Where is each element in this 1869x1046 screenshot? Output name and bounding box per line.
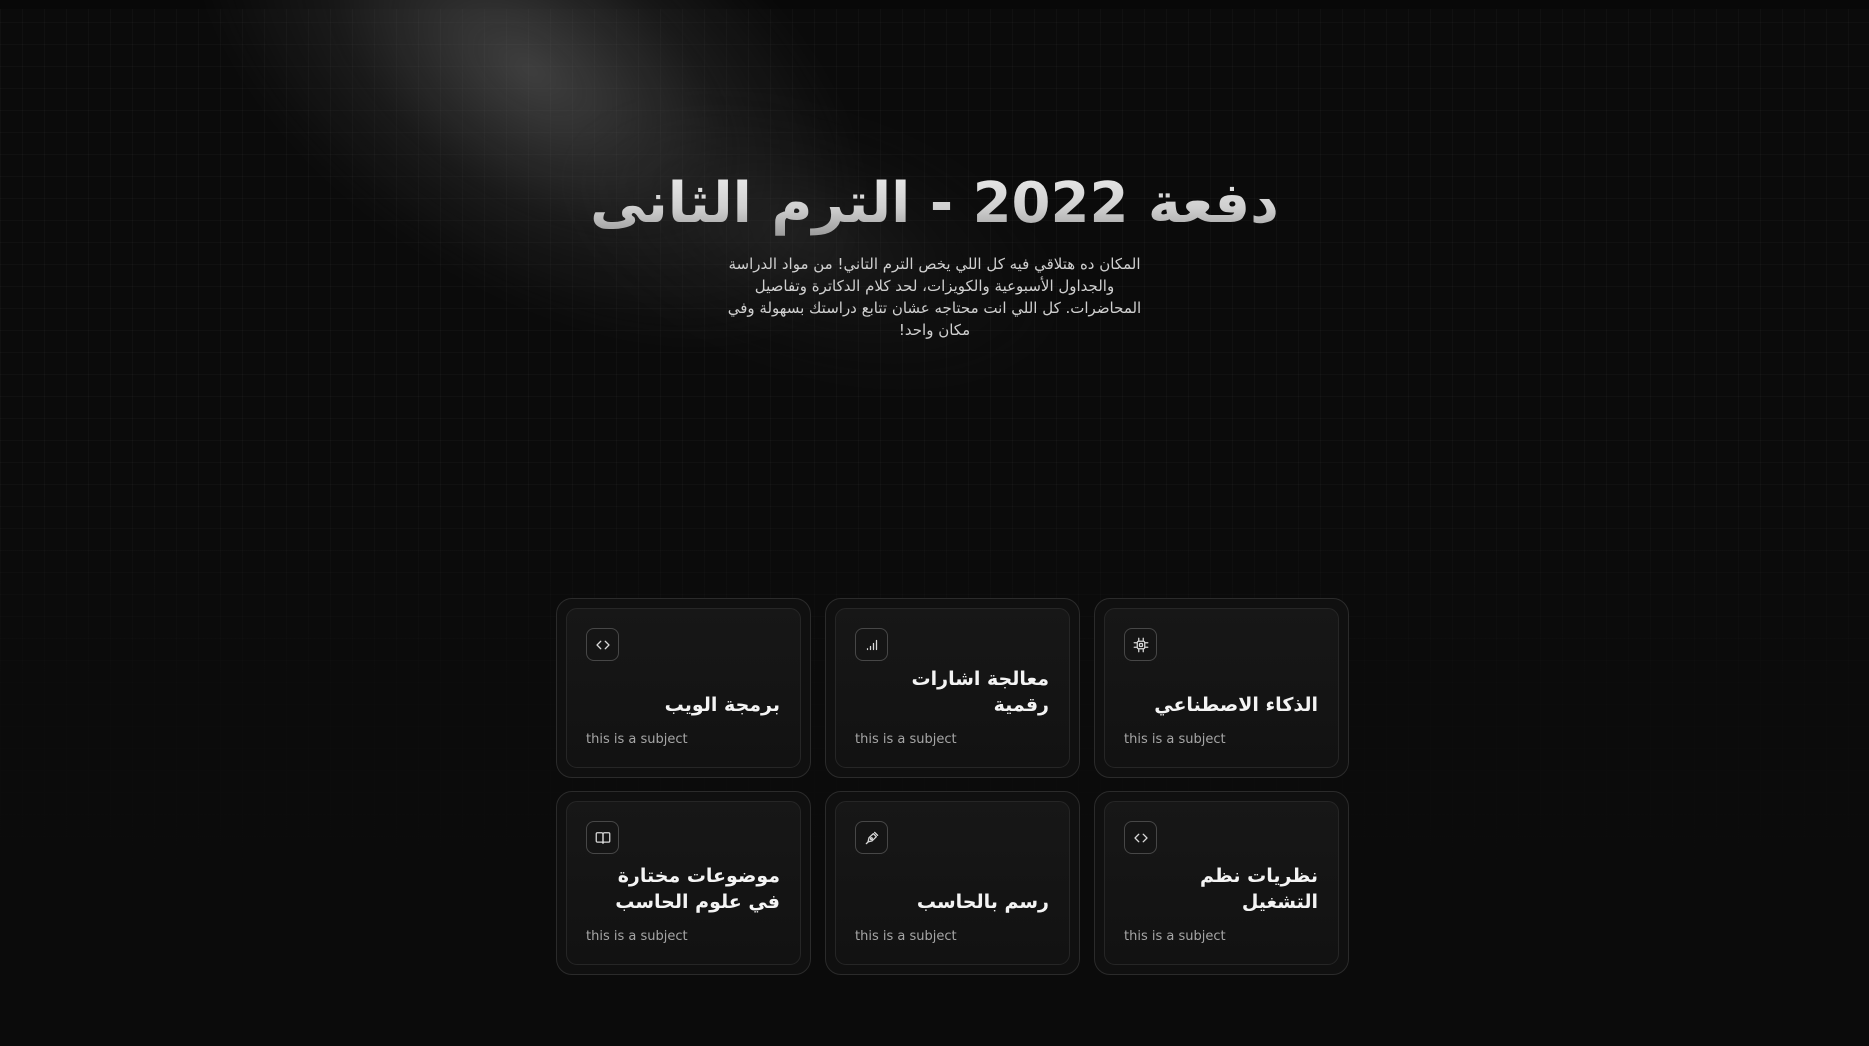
cpu-icon bbox=[1133, 637, 1148, 652]
book-open-icon bbox=[595, 831, 610, 844]
subject-description: this is a subject bbox=[1124, 929, 1226, 944]
subject-card-computer-graphics[interactable]: رسم بالحاسب this is a subject bbox=[825, 791, 1080, 975]
book-open-icon-box bbox=[586, 821, 619, 854]
subject-card-digital-signal-processing[interactable]: معالجة اشارات رقمية this is a subject bbox=[825, 598, 1080, 778]
code-icon-box bbox=[1124, 821, 1157, 854]
code-icon-box bbox=[586, 628, 619, 661]
subject-card-inner: موضوعات مختارة في علوم الحاسب this is a … bbox=[566, 801, 801, 965]
subject-title: نظريات نظم التشغيل bbox=[1200, 865, 1318, 913]
subject-title: موضوعات مختارة في علوم الحاسب bbox=[615, 865, 780, 913]
subject-title: رسم بالحاسب bbox=[916, 891, 1049, 913]
subject-title: الذكاء الاصطناعي bbox=[1154, 694, 1318, 716]
hero-section: دفعة 2022 - الترم الثانى المكان ده هتلاق… bbox=[0, 163, 1869, 341]
subject-card-artificial-intelligence[interactable]: الذكاء الاصطناعي this is a subject bbox=[1094, 598, 1349, 778]
hero-title: دفعة 2022 - الترم الثانى bbox=[0, 163, 1869, 245]
subject-card-operating-systems-theory[interactable]: نظريات نظم التشغيل this is a subject bbox=[1094, 791, 1349, 975]
code-icon bbox=[1133, 833, 1148, 842]
pen-tool-icon bbox=[865, 831, 878, 844]
page: دفعة 2022 - الترم الثانى المكان ده هتلاق… bbox=[0, 0, 1869, 1046]
cpu-icon-box bbox=[1124, 628, 1157, 661]
subject-description: this is a subject bbox=[855, 732, 957, 747]
subject-title: برمجة الويب bbox=[664, 694, 780, 716]
subject-description: this is a subject bbox=[586, 929, 688, 944]
subject-card-inner: معالجة اشارات رقمية this is a subject bbox=[835, 608, 1070, 768]
subject-card-inner: نظريات نظم التشغيل this is a subject bbox=[1104, 801, 1339, 965]
hero-subtitle: المكان ده هتلاقي فيه كل اللي يخص الترم ا… bbox=[727, 255, 1142, 339]
subject-card-selected-topics-computer-science[interactable]: موضوعات مختارة في علوم الحاسب this is a … bbox=[556, 791, 811, 975]
subject-card-web-programming[interactable]: برمجة الويب this is a subject bbox=[556, 598, 811, 778]
subjects-grid: برمجة الويب this is a subject معالجة اشا… bbox=[556, 598, 1349, 975]
subject-description: this is a subject bbox=[1124, 732, 1226, 747]
subject-description: this is a subject bbox=[586, 732, 688, 747]
subject-card-inner: الذكاء الاصطناعي this is a subject bbox=[1104, 608, 1339, 768]
subject-card-inner: برمجة الويب this is a subject bbox=[566, 608, 801, 768]
subject-description: this is a subject bbox=[855, 929, 957, 944]
pen-tool-icon-box bbox=[855, 821, 888, 854]
subject-card-inner: رسم بالحاسب this is a subject bbox=[835, 801, 1070, 965]
code-icon bbox=[595, 640, 610, 649]
signal-icon-box bbox=[855, 628, 888, 661]
subject-title: معالجة اشارات رقمية bbox=[911, 668, 1049, 716]
signal-icon bbox=[866, 639, 877, 650]
